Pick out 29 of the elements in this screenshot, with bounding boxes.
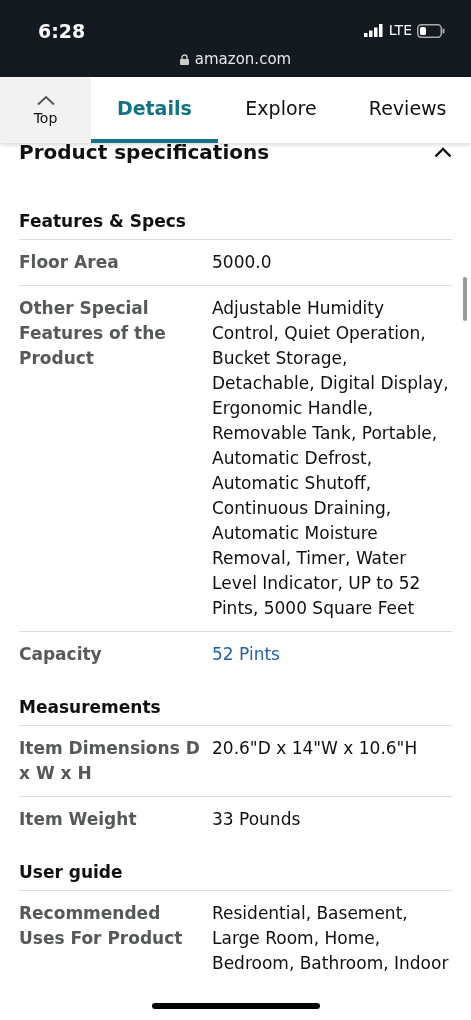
- tab[interactable]: Explore: [217, 77, 345, 143]
- spec-label: Item Weight: [19, 808, 138, 831]
- group-heading: Features & Specs: [19, 209, 452, 240]
- chevron-up-icon: [35, 95, 56, 106]
- url-text: amazon.com: [194, 49, 292, 70]
- group-heading: Measurements: [19, 695, 452, 726]
- spec-link[interactable]: 52 Pints: [212, 642, 280, 667]
- lock-icon: [179, 53, 189, 65]
- spec-label: Other Special Features of the Product: [19, 297, 167, 370]
- battery-icon: [417, 23, 445, 38]
- scrollbar: [463, 277, 467, 321]
- section-title: Product specifications: [19, 143, 270, 161]
- spec-value: Residential, Basement, Large Room, Home, Bedroom, Bathroom, Indoor: [212, 902, 450, 975]
- collapse-chevron-icon[interactable]: [434, 146, 452, 158]
- tab[interactable]: Details: [91, 77, 218, 143]
- spec-label: Floor Area: [19, 251, 120, 274]
- signal-icon: [363, 24, 384, 37]
- spec-value: Adjustable Humidity Control, Quiet Operation, Bucket Storage, Detachable, Digital Display, Ergonomic Handle, Removable Tank, Portable, Automatic Defrost, Automatic Shutoff, Continuous Draining, Automatic Moisture Removal, Timer, Water Level Indicator, UP to 52 Pints, 5000 Square Feet: [212, 297, 450, 620]
- tab[interactable]: Reviews: [344, 77, 471, 143]
- spec-label: Capacity: [19, 643, 103, 666]
- group-heading: User guide: [19, 860, 452, 891]
- spec-label: Recommended Uses For Product: [19, 902, 184, 950]
- network-label: LTE: [388, 21, 412, 40]
- spec-value: 5000.0: [212, 251, 273, 274]
- clock: 6:28: [38, 19, 86, 44]
- top-button[interactable]: Top: [0, 77, 91, 143]
- spec-value: 33 Pounds: [212, 808, 302, 831]
- spec-value: 20.6"D x 14"W x 10.6"H: [212, 737, 419, 760]
- spec-label: Item Dimensions D x W x H: [19, 737, 201, 785]
